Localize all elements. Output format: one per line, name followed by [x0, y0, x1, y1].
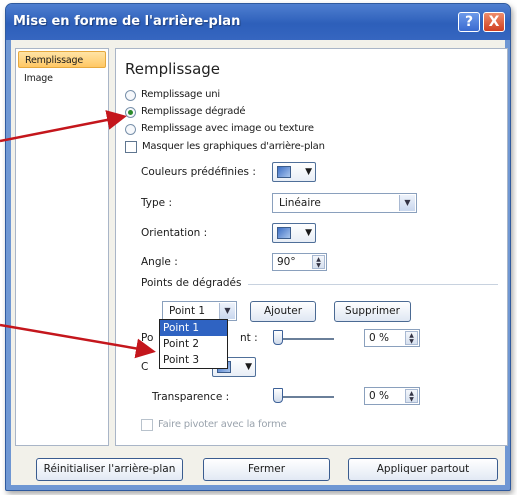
stop-position-thumb[interactable] — [273, 330, 283, 345]
apply-all-button[interactable]: Appliquer partout — [348, 458, 498, 481]
gradient-swatch-icon — [277, 227, 291, 239]
gradient-stops-label: Points de dégradés — [141, 277, 242, 289]
stop-dropdown-list: Point 1 Point 2 Point 3 — [159, 319, 228, 369]
radio-picture-fill[interactable] — [125, 124, 136, 135]
fill-panel: Remplissage Remplissage uni Remplissage … — [115, 48, 508, 446]
list-item-point-2[interactable]: Point 2 — [160, 336, 227, 352]
dropdown-arrow-icon: ▼ — [245, 362, 252, 372]
radio-solid-fill-label: Remplissage uni — [141, 89, 220, 100]
close-icon[interactable]: X — [483, 12, 505, 32]
nav-item-image[interactable]: Image — [18, 70, 106, 87]
transparency-spinner[interactable]: 0 % ▲ ▼ — [364, 387, 420, 405]
angle-value: 90° — [277, 256, 296, 268]
panel-heading: Remplissage — [125, 60, 221, 78]
preset-colors-button[interactable]: ▼ — [272, 162, 316, 182]
help-icon[interactable]: ? — [458, 12, 480, 32]
spin-arrows-icon[interactable]: ▲ ▼ — [312, 255, 325, 269]
dropdown-arrow-icon: ▼ — [305, 228, 312, 238]
preset-colors-label: Couleurs prédéfinies : — [141, 166, 256, 178]
dialog-body: Remplissage Image Remplissage Remplissag… — [11, 40, 508, 485]
transparency-value: 0 % — [369, 390, 389, 402]
stop-select[interactable]: Point 1 ▼ — [162, 301, 237, 321]
transparency-thumb[interactable] — [273, 388, 283, 403]
rotate-with-shape-checkbox[interactable] — [141, 419, 153, 431]
stop-position-slider[interactable] — [274, 338, 334, 340]
stop-position-value: 0 % — [369, 332, 389, 344]
radio-gradient-fill[interactable] — [125, 107, 136, 118]
gradient-swatch-icon — [277, 166, 291, 178]
spin-arrows-icon[interactable]: ▲ ▼ — [405, 331, 418, 345]
rotate-with-shape-label: Faire pivoter avec la forme — [158, 419, 287, 430]
stop-color-label: C — [141, 361, 149, 373]
dropdown-arrow-icon: ▼ — [219, 303, 235, 319]
angle-spinner[interactable]: 90° ▲ ▼ — [272, 253, 327, 271]
add-stop-button[interactable]: Ajouter — [250, 301, 316, 322]
title-bar: Mise en forme de l'arrière-plan ? X — [6, 4, 510, 40]
stop-position-spinner[interactable]: 0 % ▲ ▼ — [364, 329, 420, 347]
radio-solid-fill[interactable] — [125, 90, 136, 101]
stop-position-label-prefix: Po — [141, 332, 154, 344]
dialog-window: Mise en forme de l'arrière-plan ? X Remp… — [5, 3, 511, 491]
hide-graphics-checkbox[interactable] — [125, 141, 137, 153]
orientation-label: Orientation : — [141, 227, 208, 239]
radio-gradient-fill-label: Remplissage dégradé — [141, 106, 246, 117]
angle-label: Angle : — [141, 256, 178, 268]
reset-background-button[interactable]: Réinitialiser l'arrière-plan — [36, 458, 183, 481]
radio-picture-fill-label: Remplissage avec image ou texture — [141, 123, 314, 134]
group-divider — [248, 284, 498, 285]
remove-stop-button[interactable]: Supprimer — [334, 301, 411, 322]
dropdown-arrow-icon: ▼ — [399, 195, 415, 211]
transparency-slider[interactable] — [274, 396, 334, 398]
dialog-title: Mise en forme de l'arrière-plan — [13, 14, 241, 29]
type-select[interactable]: Linéaire ▼ — [272, 193, 417, 213]
type-value: Linéaire — [279, 197, 321, 209]
transparency-label: Transparence : — [152, 391, 230, 403]
dropdown-arrow-icon: ▼ — [305, 167, 312, 177]
category-nav: Remplissage Image — [15, 48, 109, 446]
close-button[interactable]: Fermer — [203, 458, 330, 481]
list-item-point-1[interactable]: Point 1 — [160, 320, 227, 336]
stop-position-label-suffix: nt : — [240, 332, 258, 344]
orientation-button[interactable]: ▼ — [272, 223, 316, 243]
type-label: Type : — [141, 197, 172, 209]
spin-arrows-icon[interactable]: ▲ ▼ — [405, 389, 418, 403]
nav-item-remplissage[interactable]: Remplissage — [18, 51, 106, 68]
stop-select-value: Point 1 — [169, 305, 206, 317]
list-item-point-3[interactable]: Point 3 — [160, 352, 227, 368]
hide-graphics-label: Masquer les graphiques d'arrière-plan — [142, 141, 325, 152]
